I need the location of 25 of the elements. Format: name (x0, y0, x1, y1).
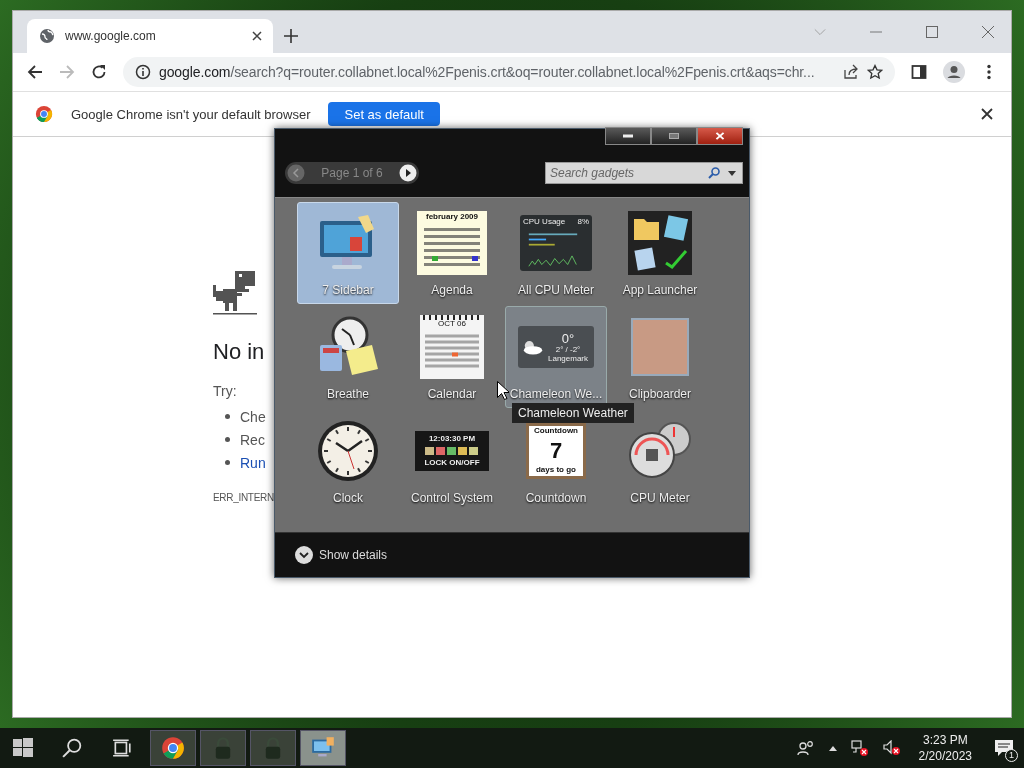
url-text: google.com/search?q=router.collabnet.local%2Fpenis.crt&oq=router.collabnet.local%2Fpenis.crt&aqs=chr... (159, 64, 816, 80)
countdown-number: 7 (549, 439, 563, 462)
time-text: 3:23 PM (922, 732, 968, 748)
clock-time: 12:03:30 PM (428, 435, 476, 443)
tooltip: Chameleon Weather (512, 403, 634, 423)
cpu-percent: 8% (577, 218, 589, 226)
page-label: Page 1 of 6 (320, 166, 384, 180)
suggestion-text: Rec (240, 431, 265, 448)
month-title: february 2009 (426, 213, 478, 221)
month-title: OCT 06 (438, 320, 466, 328)
days-to-go-text: days to go (536, 466, 576, 474)
temperature-text: 0° (561, 331, 575, 345)
countdown-title: Countdown (534, 427, 578, 435)
location-name: Langemark (548, 354, 589, 363)
date-text: 2/20/2023 (918, 748, 972, 764)
suggestion-text: Che (240, 408, 266, 425)
cpu-usage-title: CPU Usage (523, 218, 566, 226)
infobar-message: Google Chrome isn't your default browser (71, 106, 311, 122)
error-heading: No in (213, 339, 265, 365)
lock-label: LOCK ON/OFF (424, 459, 480, 467)
error-code: ERR_INTERN (213, 492, 274, 503)
temperature-range: 2° / -2° (555, 345, 581, 354)
tab-title: www.google.com (65, 29, 157, 43)
notification-count: 1 (1005, 749, 1018, 762)
try-label: Try: (213, 383, 237, 399)
